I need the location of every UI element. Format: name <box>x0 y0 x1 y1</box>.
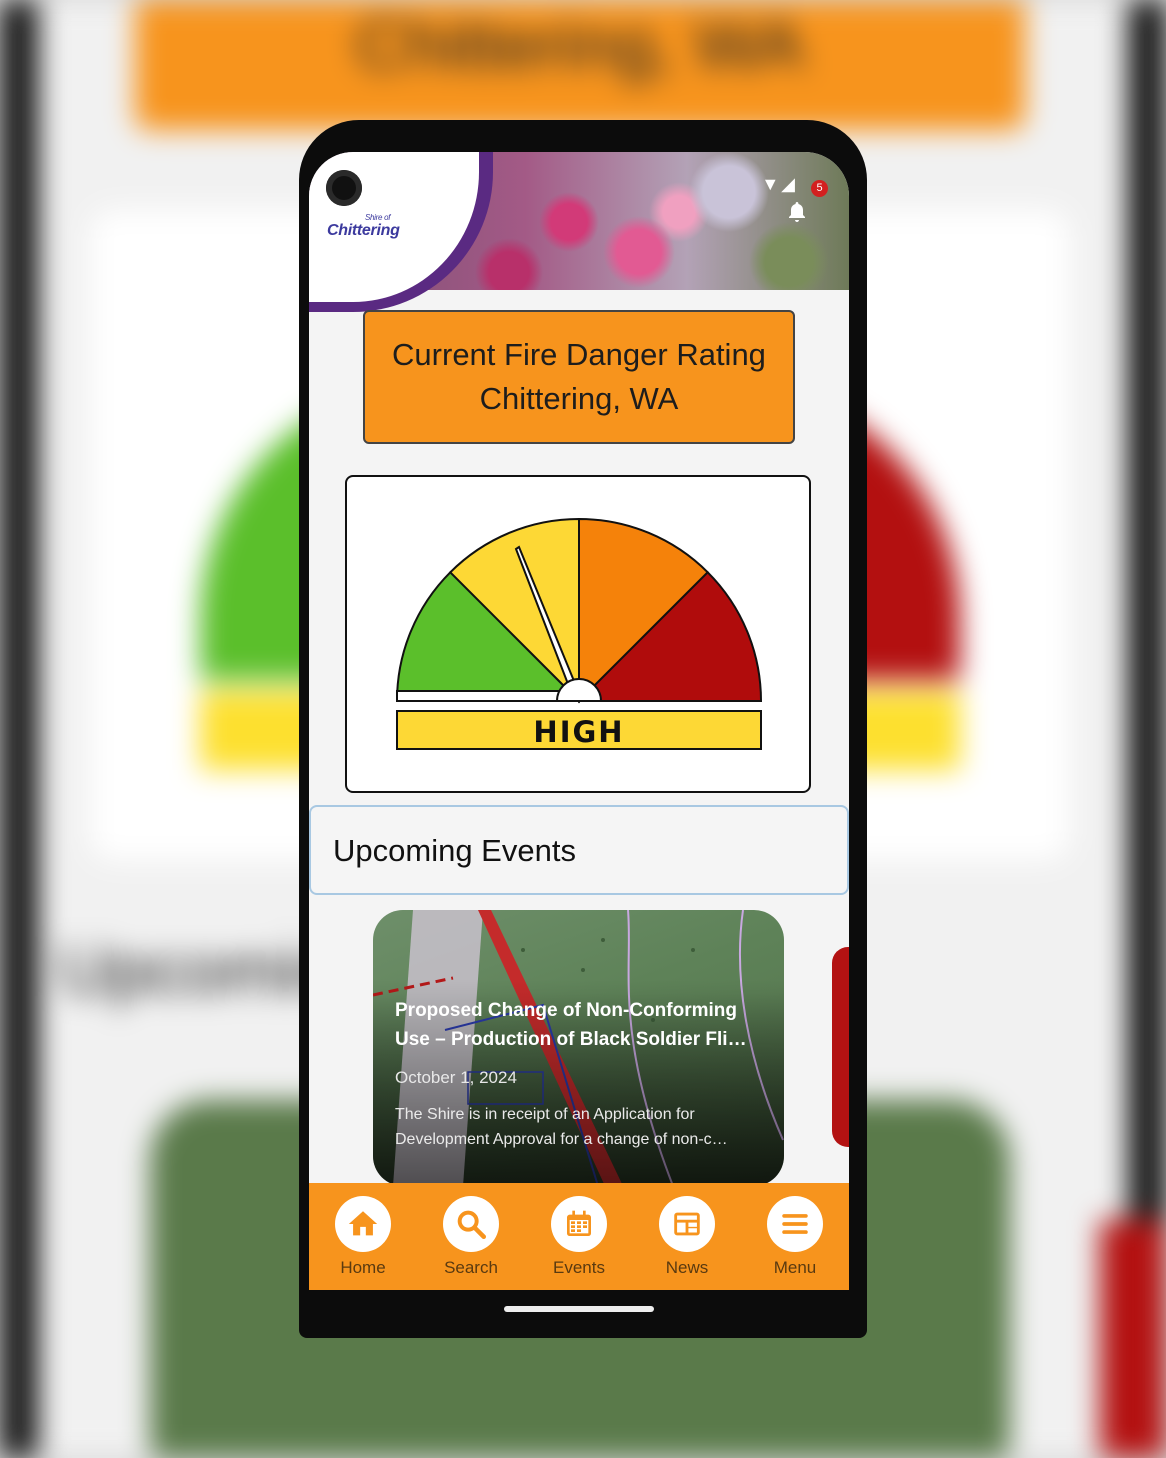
gauge-dial <box>395 517 763 704</box>
settings-gear-icon: ⚙ <box>433 172 453 197</box>
news-icon[interactable] <box>659 1196 715 1252</box>
fire-danger-title-banner: Current Fire Danger Rating Chittering, W… <box>363 310 795 444</box>
event-title: Proposed Change of Non-Conforming Use – … <box>395 1000 747 1050</box>
event-date: October 1, 2024 <box>395 1068 517 1087</box>
nav-home-label: Home <box>340 1258 386 1277</box>
nav-events[interactable]: Events <box>534 1196 624 1278</box>
nav-events-label: Events <box>553 1258 605 1277</box>
front-camera <box>326 170 362 206</box>
nav-menu-label: Menu <box>773 1258 817 1277</box>
gauge-base-strip <box>396 690 578 702</box>
bottom-navigation: Home Search Events News Menu <box>309 1183 849 1290</box>
home-icon[interactable] <box>335 1196 391 1252</box>
nav-menu[interactable]: Menu <box>750 1196 840 1278</box>
logo-text: Chittering <box>327 222 400 239</box>
nav-search-label: Search <box>444 1258 498 1277</box>
gesture-home-bar[interactable] <box>504 1306 654 1312</box>
search-icon[interactable] <box>443 1196 499 1252</box>
logo-small-text: Shire of <box>365 213 391 222</box>
shire-logo[interactable]: Shire of Chittering <box>327 213 400 240</box>
nav-search[interactable]: Search <box>426 1196 516 1278</box>
nav-news-label: News <box>665 1258 709 1277</box>
status-time: 4:12 <box>387 176 424 197</box>
fire-danger-gauge: HIGH <box>395 517 763 750</box>
menu-icon[interactable] <box>767 1196 823 1252</box>
event-description: The Shire is in receipt of an Applicatio… <box>395 1106 728 1148</box>
nav-news[interactable]: News <box>642 1196 732 1278</box>
upcoming-events-title: Upcoming Events <box>333 833 576 868</box>
backdrop-banner: Chittering, WA <box>135 0 1025 130</box>
fire-danger-title: Current Fire Danger Rating <box>392 337 766 372</box>
next-event-card[interactable] <box>832 947 849 1147</box>
wifi-signal-icon: ▼◢ <box>761 174 797 194</box>
fire-danger-gauge-card: HIGH <box>345 475 811 793</box>
backdrop-event-card-next <box>1100 1220 1166 1458</box>
upcoming-events-header[interactable]: Upcoming Events <box>309 805 849 895</box>
backdrop-frame-left <box>0 0 38 1458</box>
app-screen: Shire of Chittering 4:12 ⚙ ▼◢ 5 Current … <box>309 152 849 1290</box>
notification-count-badge: 5 <box>811 180 828 197</box>
phone-frame: Shire of Chittering 4:12 ⚙ ▼◢ 5 Current … <box>299 120 867 1338</box>
nav-home[interactable]: Home <box>318 1196 408 1278</box>
fire-danger-location: Chittering, WA <box>479 381 679 416</box>
event-card[interactable]: Proposed Change of Non-Conforming Use – … <box>373 910 784 1186</box>
bell-icon[interactable] <box>785 200 809 224</box>
calendar-icon[interactable] <box>551 1196 607 1252</box>
rating-label: HIGH <box>533 715 624 749</box>
